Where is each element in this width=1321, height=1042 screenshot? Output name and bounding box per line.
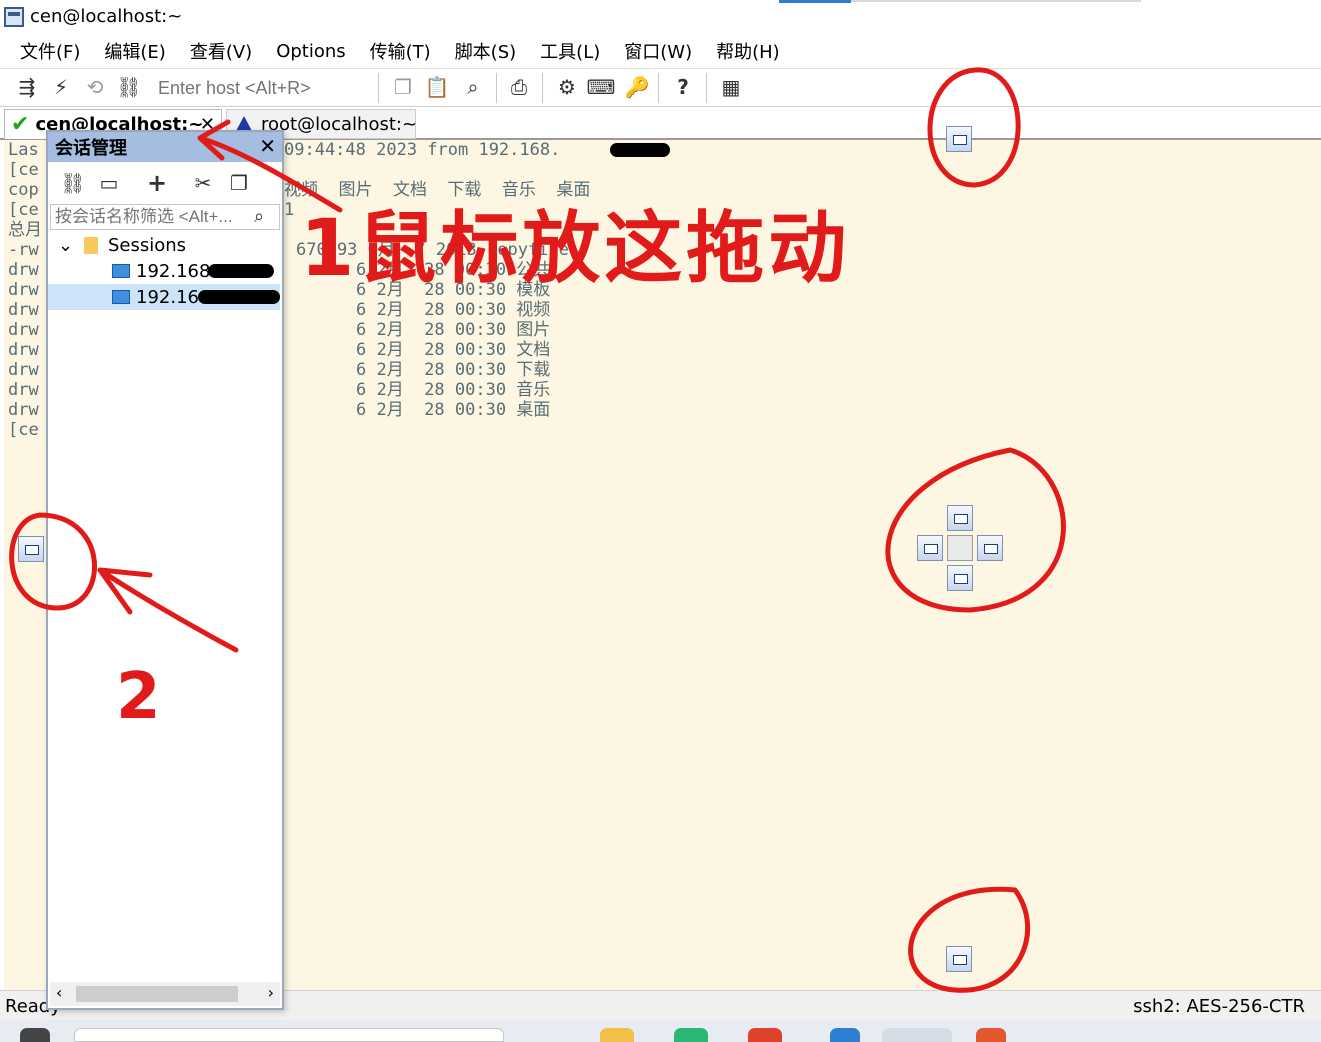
annotation-instruction-text: 1鼠标放这拖动 <box>300 204 851 294</box>
annotation-circle-left <box>9 512 98 611</box>
annotation-number-2: 2 <box>116 660 161 734</box>
annotation-circle-center <box>885 447 1066 613</box>
annotation-circle-top <box>927 67 1021 188</box>
annotation-circle-bottom <box>908 886 1031 993</box>
annotation-overlay <box>9 67 1066 993</box>
annotation-arrow-2 <box>97 567 239 653</box>
